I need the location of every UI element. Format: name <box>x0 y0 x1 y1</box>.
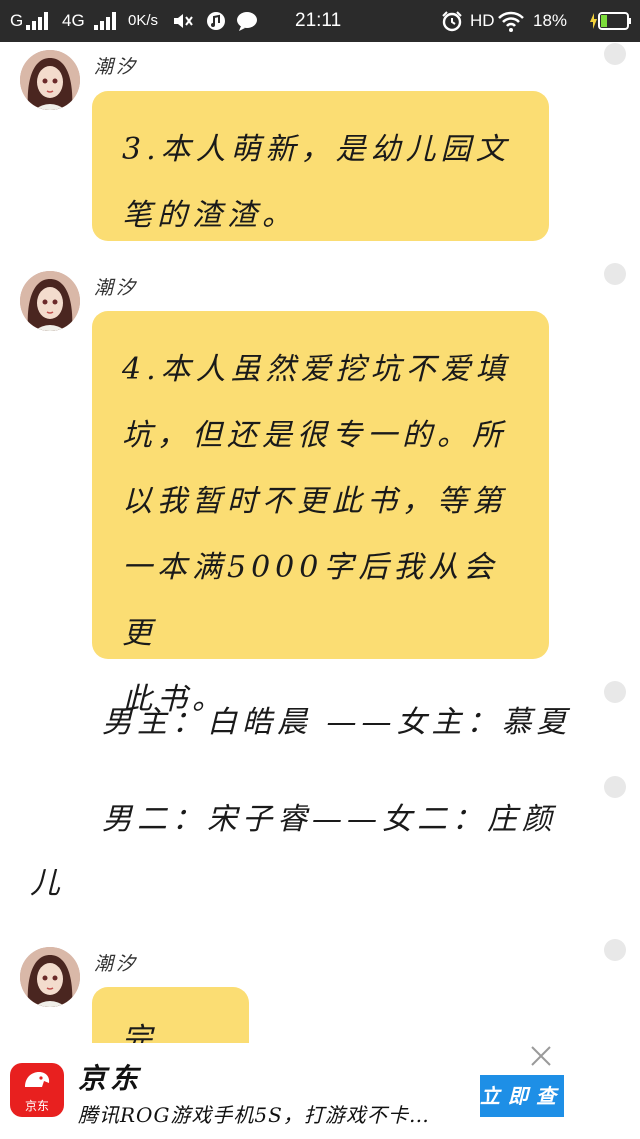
chat-icon <box>237 12 257 31</box>
comment-dot[interactable] <box>604 263 626 285</box>
hd-label: HD <box>470 11 495 30</box>
alarm-icon <box>442 11 462 32</box>
comment-dot[interactable] <box>604 776 626 798</box>
ad-cta-button[interactable]: 立即查 <box>480 1075 564 1117</box>
battery-icon <box>590 12 631 30</box>
message-bubble: 3.本人萌新，是幼儿园文 笔的渣渣。 <box>92 91 549 241</box>
signal-icon <box>26 12 48 30</box>
avatar-image <box>20 50 80 110</box>
jd-dog-icon <box>25 1072 50 1087</box>
ad-title: 京东 <box>78 1062 143 1095</box>
message-line: 笔的渣渣。 <box>122 198 297 233</box>
avatar-image <box>20 947 80 1007</box>
message-line: 一本满5000字后我从会更 <box>122 550 499 651</box>
sender-name: 潮汐 <box>94 277 139 299</box>
network-speed: 0K/s <box>128 12 159 29</box>
narration-line: 儿 <box>30 866 65 901</box>
ad-description: 腾讯ROG游戏手机5S，打游戏不卡… <box>78 1103 430 1127</box>
avatar[interactable] <box>20 271 80 331</box>
sender-name: 潮汐 <box>94 953 139 975</box>
wifi-icon <box>498 11 524 32</box>
mute-icon <box>174 14 193 28</box>
signal-icon <box>94 12 116 30</box>
clock: 21:11 <box>295 10 342 31</box>
avatar-image <box>20 271 80 331</box>
network-type-label: 4G <box>62 11 85 30</box>
message-line: 以我暂时不更此书，等第 <box>122 484 507 519</box>
music-icon <box>207 12 225 30</box>
avatar[interactable] <box>20 947 80 1007</box>
message-line: 4.本人虽然爱挖坑不爱填 <box>122 352 511 387</box>
narration-line: 男主：白皓晨 ——女主：慕夏 <box>102 705 572 740</box>
sender-name: 潮汐 <box>94 56 139 78</box>
comment-dot[interactable] <box>604 681 626 703</box>
comment-dot[interactable] <box>604 939 626 961</box>
message-line: 3.本人萌新，是幼儿园文 <box>122 132 511 167</box>
avatar[interactable] <box>20 50 80 110</box>
carrier-label: G <box>10 11 24 30</box>
status-bar: G 4G 0K/s 21:11 HD 18% <box>0 0 640 42</box>
narration-line: 男二：宋子睿——女二：庄颜 <box>102 802 557 837</box>
message-bubble: 4.本人虽然爱挖坑不爱填 坑，但还是很专一的。所 以我暂时不更此书，等第 一本满… <box>92 311 549 717</box>
close-icon[interactable] <box>530 1045 552 1067</box>
comment-dot[interactable] <box>604 43 626 65</box>
jd-logo-text: 京东 <box>24 1099 49 1113</box>
message-line: 坑，但还是很专一的。所 <box>122 418 507 453</box>
jd-logo: 京东 <box>10 1063 64 1117</box>
battery-percent: 18% <box>533 11 568 30</box>
